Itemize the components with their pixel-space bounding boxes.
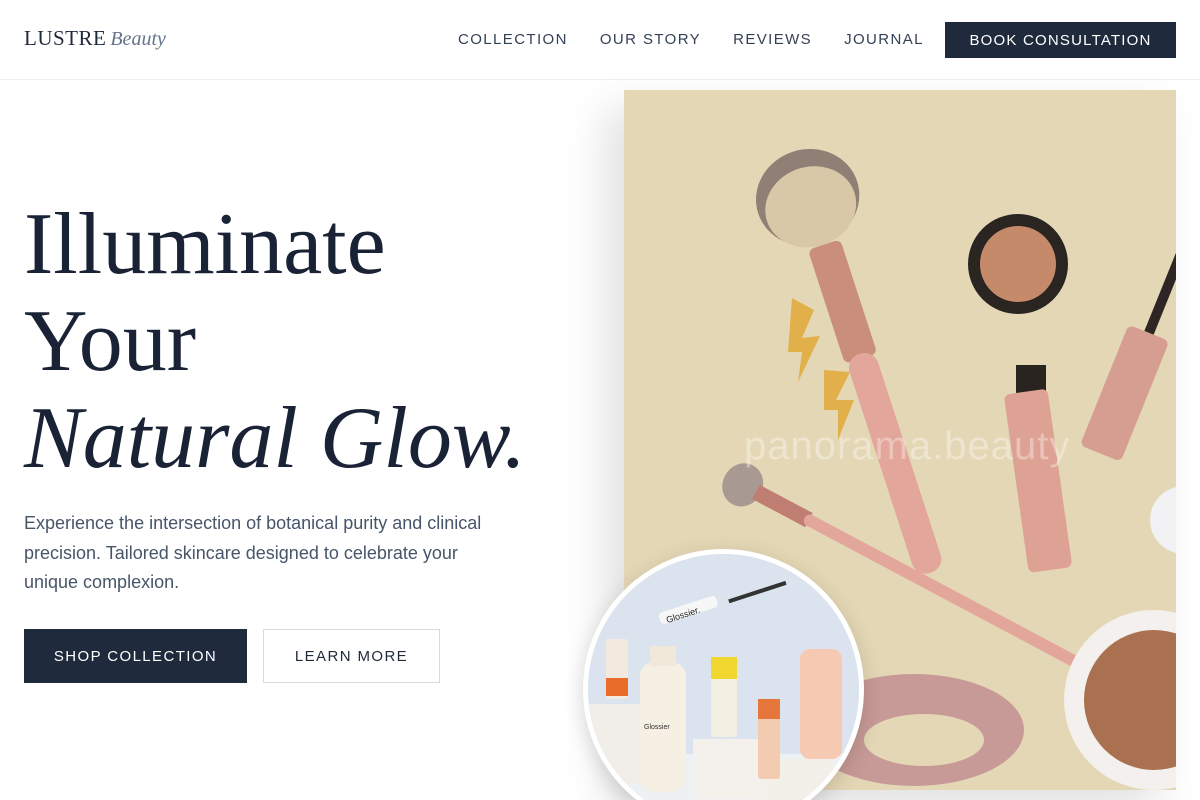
skincare-products-illustration: Glossier. Glossier — [588, 554, 859, 800]
main-nav: COLLECTION OUR STORY REVIEWS JOURNAL — [458, 31, 924, 48]
hero-description: Experience the intersection of botanical… — [24, 513, 482, 592]
hero-title-line-1: Illuminate — [24, 196, 386, 293]
brand-logo[interactable]: LUSTRE Beauty — [24, 26, 166, 51]
logo-wordmark: LUSTRE — [24, 26, 107, 50]
learn-more-button[interactable]: LEARN MORE — [263, 629, 440, 683]
hero-title-line-2: Your — [24, 293, 197, 390]
nav-link-collection[interactable]: COLLECTION — [458, 31, 568, 48]
hero-title: Illuminate Your Natural Glow. — [24, 196, 526, 487]
featured-products-circle-image: Glossier. Glossier — [583, 549, 864, 800]
shop-collection-button[interactable]: SHOP COLLECTION — [24, 629, 247, 683]
logo-subtitle: Beauty — [110, 28, 166, 50]
nav-link-journal[interactable]: JOURNAL — [844, 31, 924, 48]
book-consultation-button[interactable]: BOOK CONSULTATION — [945, 22, 1176, 58]
nav-link-reviews[interactable]: REVIEWS — [733, 31, 812, 48]
site-header: LUSTRE Beauty COLLECTION OUR STORY REVIE… — [0, 0, 1200, 80]
image-watermark: panorama.beauty — [744, 424, 1071, 468]
product-label-2: Glossier — [644, 724, 670, 731]
hero-title-line-3: Natural Glow. — [24, 390, 527, 487]
nav-link-our-story[interactable]: OUR STORY — [600, 31, 701, 48]
